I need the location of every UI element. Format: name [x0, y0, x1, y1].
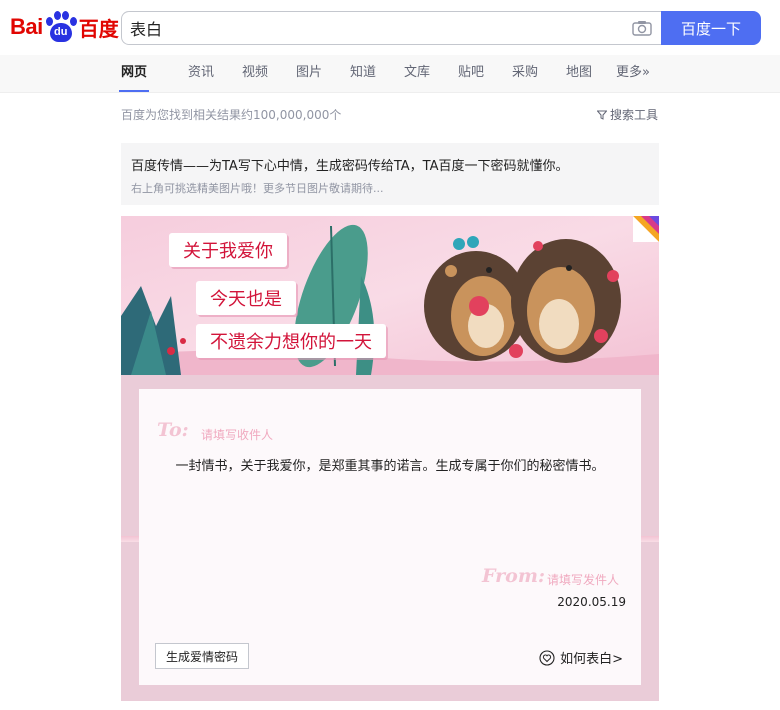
tab-tieba[interactable]: 贴吧: [458, 55, 484, 93]
tab-zhidao[interactable]: 知道: [350, 55, 376, 93]
how-to-confess-label: 如何表白>: [560, 652, 623, 667]
change-image-icon[interactable]: [633, 216, 659, 242]
tab-purchase[interactable]: 采购: [512, 55, 538, 93]
camera-icon[interactable]: [632, 20, 652, 36]
letter-paper: To: 请填写收件人 一封情书，关于我爱你，是郑重其事的诺言。生成专属于你们的秘…: [139, 389, 641, 685]
tab-web[interactable]: 网页: [118, 55, 150, 93]
logo-text-du: du: [49, 23, 72, 42]
recipient-input[interactable]: 请填写收件人: [201, 426, 273, 443]
tab-news[interactable]: 资讯: [188, 55, 214, 93]
card-title[interactable]: 百度传情——为TA写下心中情，生成密码传给TA，TA百度一下密码就懂你。: [131, 155, 568, 174]
card-subtitle: 右上角可挑选精美图片哦！更多节日图片敬请期待...: [131, 182, 384, 195]
tab-wenku[interactable]: 文库: [404, 55, 430, 93]
tab-video[interactable]: 视频: [242, 55, 268, 93]
card-header: 百度传情——为TA写下心中情，生成密码传给TA，TA百度一下密码就懂你。 右上角…: [121, 143, 659, 205]
love-letter-card: 百度传情——为TA写下心中情，生成密码传给TA，TA百度一下密码就懂你。 右上角…: [121, 143, 659, 701]
banner-line-2: 今天也是: [196, 281, 296, 315]
result-count: 百度为您找到相关结果约100,000,000个: [121, 108, 342, 122]
tab-more[interactable]: 更多»: [616, 55, 650, 93]
letter-body[interactable]: 一封情书，关于我爱你，是郑重其事的诺言。生成专属于你们的秘密情书。: [139, 455, 641, 474]
search-input[interactable]: [130, 12, 620, 44]
generate-code-button[interactable]: 生成爱情密码: [155, 643, 250, 669]
paw-icon: du: [44, 10, 78, 44]
to-label: To:: [157, 419, 189, 441]
heart-icon: [539, 649, 555, 666]
how-to-confess-link[interactable]: 如何表白>: [539, 648, 623, 667]
search-box: [121, 11, 662, 45]
letter-date: 2020.05.19: [557, 595, 626, 609]
search-button[interactable]: 百度一下: [661, 11, 761, 45]
banner-line-1: 关于我爱你: [169, 233, 287, 267]
tab-map[interactable]: 地图: [566, 55, 592, 93]
search-tools-label: 搜索工具: [610, 108, 659, 122]
from-label: From:: [482, 565, 545, 587]
letter-area: To: 请填写收件人 一封情书，关于我爱你，是郑重其事的诺言。生成专属于你们的秘…: [121, 375, 659, 701]
baidu-logo[interactable]: Bai du 百度: [10, 9, 119, 45]
filter-icon: [597, 110, 607, 120]
search-tools-button[interactable]: 搜索工具: [597, 106, 658, 123]
banner-image: 关于我爱你 今天也是 不遗余力想你的一天: [121, 216, 659, 375]
sender-input[interactable]: 请填写发件人: [547, 571, 619, 588]
logo-text-zh: 百度: [78, 16, 119, 41]
nav-tabs: 网页 资讯 视频 图片 知道 文库 贴吧 采购 地图 更多»: [0, 55, 780, 93]
tab-images[interactable]: 图片: [296, 55, 322, 93]
logo-text-bai: Bai: [10, 14, 43, 39]
header: Bai du 百度 百度一下: [0, 0, 780, 55]
banner-line-3: 不遗余力想你的一天: [196, 324, 386, 358]
